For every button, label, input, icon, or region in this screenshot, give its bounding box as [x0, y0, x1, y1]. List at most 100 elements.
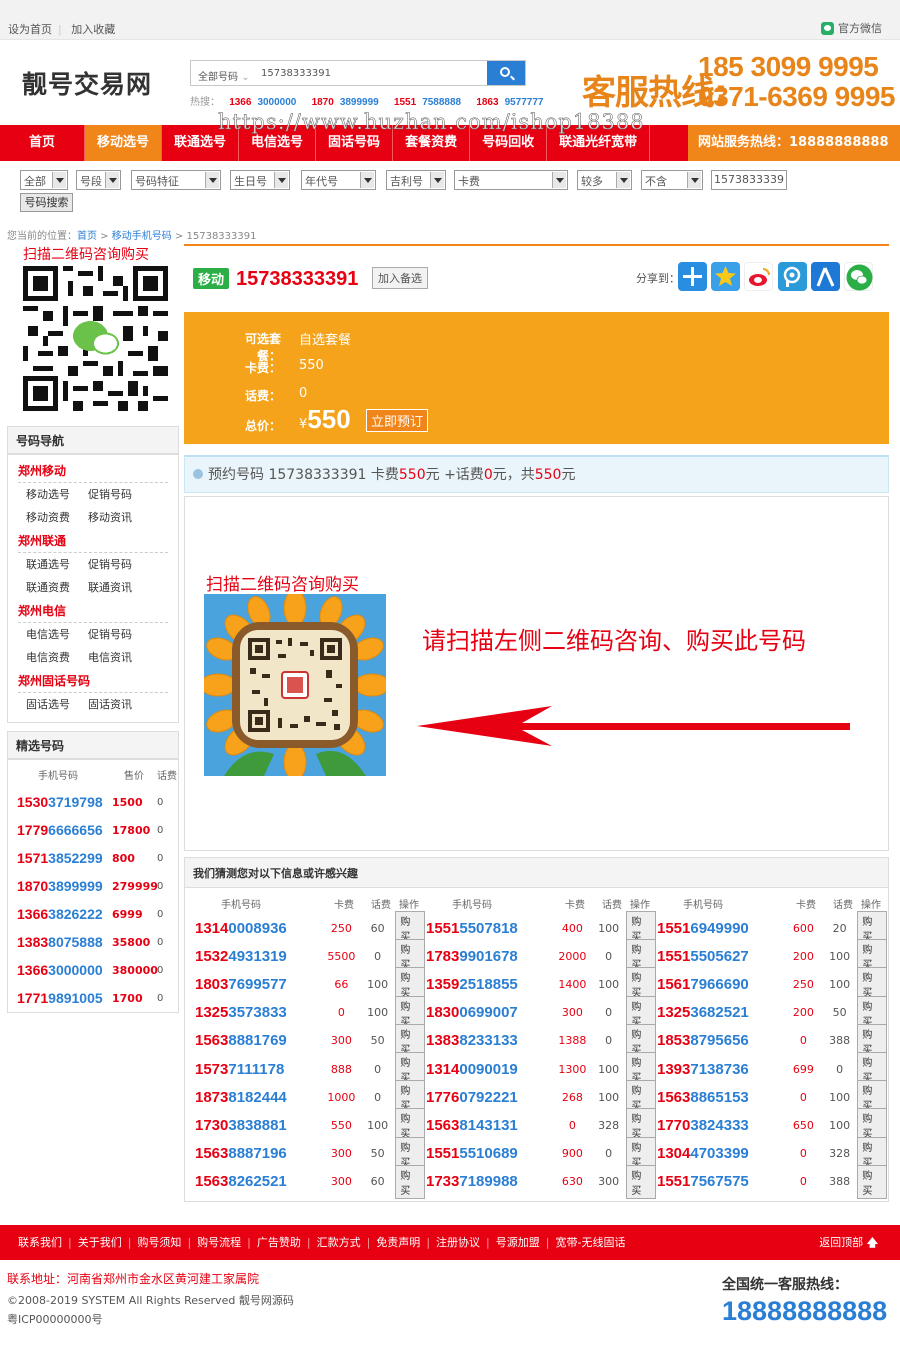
nav-link[interactable]: 促销号码	[88, 483, 150, 506]
filter-more[interactable]: 较多	[577, 170, 632, 190]
nav-link[interactable]: 联通资讯	[88, 576, 150, 599]
recommend-number[interactable]: 13253573833	[195, 1004, 323, 1021]
nav-link[interactable]: 移动资讯	[88, 506, 150, 529]
recommend-number[interactable]: 17337189988	[426, 1173, 554, 1190]
recommend-number[interactable]: 13838233133	[426, 1032, 554, 1049]
filter-feature[interactable]: 号码特征	[131, 170, 221, 190]
nav-link[interactable]: 电信资讯	[88, 646, 150, 669]
buy-button[interactable]: 购买	[626, 1164, 656, 1199]
footer-link[interactable]: 联系我们	[18, 1236, 62, 1249]
nav-group-title[interactable]: 郑州电信	[18, 599, 168, 623]
recommend-number[interactable]: 13253682521	[657, 1004, 785, 1021]
filter-number-input[interactable]: 1573833339	[711, 170, 787, 190]
featured-number-row[interactable]: 15303719798 1500 0	[8, 788, 178, 816]
hot-item[interactable]: 1551 7588888	[394, 97, 467, 108]
recommend-number[interactable]: 15737111178	[195, 1061, 323, 1078]
recommend-number[interactable]: 15638143131	[426, 1117, 554, 1134]
add-favorite-link[interactable]: 加入收藏	[71, 23, 115, 36]
recommend-number[interactable]: 17303838881	[195, 1117, 323, 1134]
nav-link[interactable]: 联通资费	[26, 576, 88, 599]
footer-link[interactable]: 购号须知	[137, 1236, 181, 1249]
recommend-number[interactable]: 15638262521	[195, 1173, 323, 1190]
filter-year[interactable]: 年代号	[301, 170, 376, 190]
footer-link[interactable]: 宽带-无线固话	[555, 1236, 625, 1249]
recommend-number[interactable]: 17703824333	[657, 1117, 785, 1134]
recommend-number[interactable]: 15515507818	[426, 920, 554, 937]
featured-number-row[interactable]: 17796666656 17800 0	[8, 816, 178, 844]
footer-link[interactable]: 免责声明	[376, 1236, 420, 1249]
filter-segment[interactable]: 号段	[76, 170, 121, 190]
recommend-number[interactable]: 15638887196	[195, 1145, 323, 1162]
share-plus-icon[interactable]	[678, 262, 707, 291]
recommend-number[interactable]: 15638881769	[195, 1032, 323, 1049]
nav-link[interactable]: 移动选号	[26, 483, 88, 506]
back-to-top-button[interactable]: 返回顶部 🡅	[819, 1225, 878, 1260]
nav-link[interactable]: 电信资费	[26, 646, 88, 669]
recommend-number[interactable]: 18037699577	[195, 976, 323, 993]
nav-link[interactable]: 固话资讯	[88, 693, 150, 716]
nav-group-title[interactable]: 郑州联通	[18, 529, 168, 553]
filter-lucky[interactable]: 吉利号	[386, 170, 446, 190]
featured-number-row[interactable]: 13663000000 380000 0	[8, 956, 178, 984]
search-button[interactable]	[487, 61, 525, 85]
hot-item[interactable]: 1863 9577777	[476, 97, 549, 108]
hot-item[interactable]: 1366 3000000	[229, 97, 302, 108]
recommend-number[interactable]: 15617966690	[657, 976, 785, 993]
recommend-number[interactable]: 15638865153	[657, 1089, 785, 1106]
filter-birthday[interactable]: 生日号	[230, 170, 290, 190]
footer-link[interactable]: 汇款方式	[317, 1236, 361, 1249]
add-favorite-button[interactable]: 加入备选	[372, 267, 428, 289]
buy-button[interactable]: 购买	[395, 1164, 425, 1199]
recommend-number[interactable]: 15516949990	[657, 920, 785, 937]
recommend-number[interactable]: 15515505627	[657, 948, 785, 965]
wechat-link[interactable]: 官方微信	[821, 20, 882, 36]
recommend-number[interactable]: 17839901678	[426, 948, 554, 965]
search-input[interactable]	[257, 61, 487, 85]
share-wechat-icon[interactable]	[844, 262, 873, 291]
nav-link[interactable]: 联通选号	[26, 553, 88, 576]
featured-number-row[interactable]: 15713852299 800 0	[8, 844, 178, 872]
search-category-select[interactable]: 全部号码 ⌄	[191, 61, 257, 85]
recommend-number[interactable]: 18738182444	[195, 1089, 323, 1106]
breadcrumb-home[interactable]: 首页	[77, 231, 97, 242]
recommend-number[interactable]: 13592518855	[426, 976, 554, 993]
recommend-number[interactable]: 13044703399	[657, 1145, 785, 1162]
nav-mobile[interactable]: 移动选号	[85, 125, 163, 161]
footer-link[interactable]: 号源加盟	[496, 1236, 540, 1249]
recommend-number[interactable]: 13140090019	[426, 1061, 554, 1078]
featured-number-row[interactable]: 17719891005 1700 0	[8, 984, 178, 1012]
recommend-number[interactable]: 18300699007	[426, 1004, 554, 1021]
recommend-number[interactable]: 15324931319	[195, 948, 323, 965]
filter-exclude[interactable]: 不含	[641, 170, 703, 190]
filter-all[interactable]: 全部	[20, 170, 68, 190]
featured-number-row[interactable]: 13838075888 35800 0	[8, 928, 178, 956]
recommend-number[interactable]: 13140008936	[195, 920, 323, 937]
nav-link[interactable]: 促销号码	[88, 553, 150, 576]
filter-card-fee[interactable]: 卡费	[454, 170, 568, 190]
site-logo[interactable]: 靓号交易网	[22, 65, 152, 101]
recommend-number[interactable]: 17760792221	[426, 1089, 554, 1106]
share-tencent-icon[interactable]	[778, 262, 807, 291]
buy-button[interactable]: 购买	[857, 1164, 887, 1199]
footer-link[interactable]: 注册协议	[436, 1236, 480, 1249]
featured-number-row[interactable]: 18703899999 279999 0	[8, 872, 178, 900]
nav-home[interactable]: 首页	[0, 125, 85, 161]
nav-group-title[interactable]: 郑州固话号码	[18, 669, 168, 693]
footer-link[interactable]: 购号流程	[197, 1236, 241, 1249]
nav-group-title[interactable]: 郑州移动	[18, 459, 168, 483]
number-search-button[interactable]: 号码搜索	[20, 193, 73, 212]
nav-link[interactable]: 促销号码	[88, 623, 150, 646]
footer-link[interactable]: 广告赞助	[257, 1236, 301, 1249]
share-qzone-icon[interactable]	[711, 262, 740, 291]
footer-link[interactable]: 关于我们	[78, 1236, 122, 1249]
share-renren-icon[interactable]	[811, 262, 840, 291]
nav-link[interactable]: 移动资费	[26, 506, 88, 529]
breadcrumb-category[interactable]: 移动手机号码	[112, 231, 172, 242]
recommend-number[interactable]: 18538795656	[657, 1032, 785, 1049]
nav-link[interactable]: 电信选号	[26, 623, 88, 646]
featured-number-row[interactable]: 13663826222 6999 0	[8, 900, 178, 928]
nav-link[interactable]: 固话选号	[26, 693, 88, 716]
hot-item[interactable]: 1870 3899999	[312, 97, 385, 108]
book-now-button[interactable]: 立即预订	[366, 409, 429, 432]
set-home-link[interactable]: 设为首页	[8, 23, 52, 36]
